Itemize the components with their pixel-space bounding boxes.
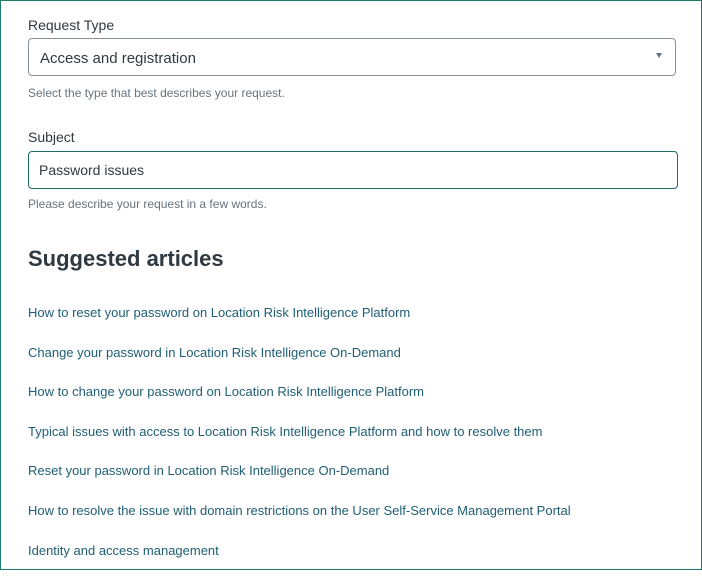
request-type-hint: Select the type that best describes your… [28, 86, 285, 100]
list-item: How to resolve the issue with domain res… [28, 503, 571, 543]
suggested-article-link[interactable]: Change your password in Location Risk In… [28, 345, 401, 360]
suggested-articles-heading: Suggested articles [28, 246, 224, 271]
list-item: How to change your password on Location … [28, 384, 571, 424]
suggested-article-link[interactable]: How to reset your password on Location R… [28, 305, 410, 320]
subject-label: Subject [28, 129, 75, 145]
subject-hint: Please describe your request in a few wo… [28, 197, 267, 211]
list-item: Change your password in Location Risk In… [28, 345, 571, 385]
request-form-panel: Request Type Access and registration Sel… [0, 0, 702, 570]
list-item: Reset your password in Location Risk Int… [28, 463, 571, 503]
request-type-select[interactable]: Access and registration [28, 38, 676, 76]
list-item: How to reset your password on Location R… [28, 305, 571, 345]
list-item: Identity and access management [28, 543, 571, 582]
suggested-article-link[interactable]: How to change your password on Location … [28, 384, 424, 399]
suggested-article-link[interactable]: Typical issues with access to Location R… [28, 424, 542, 439]
chevron-down-icon [656, 53, 662, 58]
request-type-selected-value: Access and registration [40, 50, 196, 67]
suggested-articles-list: How to reset your password on Location R… [28, 305, 571, 582]
request-type-label: Request Type [28, 17, 115, 33]
subject-input[interactable] [28, 151, 678, 189]
list-item: Typical issues with access to Location R… [28, 424, 571, 464]
suggested-article-link[interactable]: Reset your password in Location Risk Int… [28, 463, 389, 478]
suggested-article-link[interactable]: How to resolve the issue with domain res… [28, 503, 571, 518]
suggested-article-link[interactable]: Identity and access management [28, 543, 219, 558]
